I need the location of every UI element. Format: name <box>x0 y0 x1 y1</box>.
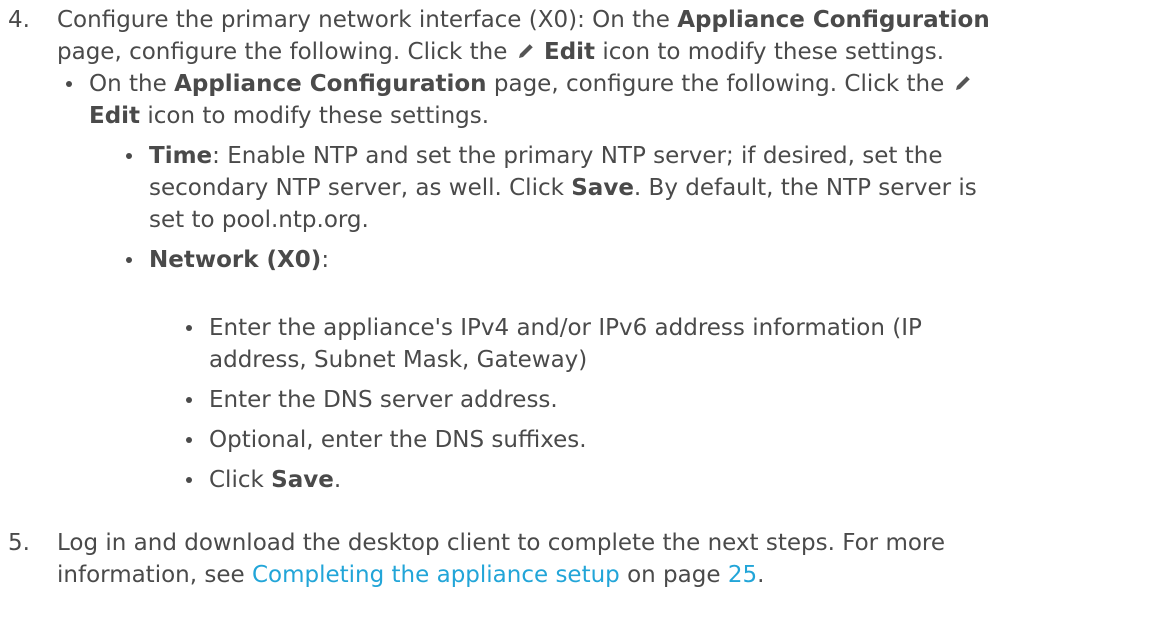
step-5-text-3: on page <box>619 562 728 588</box>
bullet-1-text-1: On the <box>89 71 175 97</box>
network-label: Network (X0) <box>149 247 322 273</box>
bullet-text-line-2: address, Subnet Mask, Gateway) <box>209 344 587 376</box>
network-item-text: . <box>333 467 342 493</box>
step-number: 4. <box>8 7 30 33</box>
bullet-text: Optional, enter the DNS suffixes. <box>209 424 587 456</box>
bullet-text: Enter the DNS server address. <box>209 384 558 416</box>
appliance-configuration-label: Appliance Configuration <box>677 7 990 33</box>
network-item-text: Click <box>209 467 272 493</box>
save-label: Save <box>571 175 634 201</box>
bullet-dot <box>66 81 72 87</box>
bullet-dot <box>126 257 132 263</box>
step-number: 5. <box>8 530 30 556</box>
bullet-dot <box>186 477 192 483</box>
bullet-dot <box>186 325 192 331</box>
step-text: Log in and download the desktop client t… <box>57 527 1162 559</box>
bullet-text: On the Appliance Configuration page, con… <box>89 68 1159 100</box>
step-text-line-2: page, configure the following. Click the… <box>57 36 1162 68</box>
step-5-text-1: Log in and download the desktop client t… <box>57 530 946 556</box>
completing-setup-link[interactable]: Completing the appliance setup <box>252 562 620 588</box>
network-item-text: Optional, enter the DNS suffixes. <box>209 427 587 453</box>
time-label: Time <box>149 143 213 169</box>
bullet-dot <box>186 437 192 443</box>
network-item-text: Enter the DNS server address. <box>209 387 558 413</box>
network-suffix: : <box>321 247 330 273</box>
step-5-text-4: . <box>757 562 765 588</box>
time-text-4: set to pool.ntp.org. <box>149 207 369 233</box>
time-text-2: secondary NTP server, as well. Click <box>149 175 572 201</box>
bullet-text: Enter the appliance's IPv4 and/or IPv6 a… <box>209 312 922 344</box>
network-item-text: address, Subnet Mask, Gateway) <box>209 347 588 373</box>
bullet-text-line-2: secondary NTP server, as well. Click Sav… <box>149 172 977 204</box>
bullet-1-text-3: icon to modify these settings. <box>140 103 490 129</box>
bullet-text: Time: Enable NTP and set the primary NTP… <box>149 140 942 172</box>
bullet-dot <box>126 153 132 159</box>
pencil-icon <box>518 43 533 58</box>
bullet-text-line-2: Edit icon to modify these settings. <box>89 100 489 132</box>
time-text-3: . By default, the NTP server is <box>633 175 977 201</box>
step-text: Configure the primary network interface … <box>57 4 1162 36</box>
save-label: Save <box>271 467 334 493</box>
bullet-dot <box>186 397 192 403</box>
time-text-1: : Enable NTP and set the primary NTP ser… <box>212 143 943 169</box>
step-5-text-2: information, see <box>57 562 252 588</box>
edit-label: Edit <box>544 39 596 65</box>
edit-label: Edit <box>89 103 141 129</box>
pencil-icon <box>955 75 970 90</box>
step-4-text-1: Configure the primary network interface … <box>57 7 678 33</box>
bullet-text-line-3: set to pool.ntp.org. <box>149 204 369 236</box>
bullet-text: Click Save. <box>209 464 341 496</box>
appliance-configuration-label: Appliance Configuration <box>174 71 487 97</box>
step-4-text-3: icon to modify these settings. <box>595 39 945 65</box>
step-4-text-2: page, configure the following. Click the <box>57 39 515 65</box>
network-item-text: Enter the appliance's IPv4 and/or IPv6 a… <box>209 315 922 341</box>
bullet-1-text-2: page, configure the following. Click the <box>486 71 945 97</box>
bullet-text: Network (X0): <box>149 244 329 276</box>
page-25-link[interactable]: 25 <box>728 562 757 588</box>
step-text-line-2: information, see Completing the applianc… <box>57 559 1162 591</box>
